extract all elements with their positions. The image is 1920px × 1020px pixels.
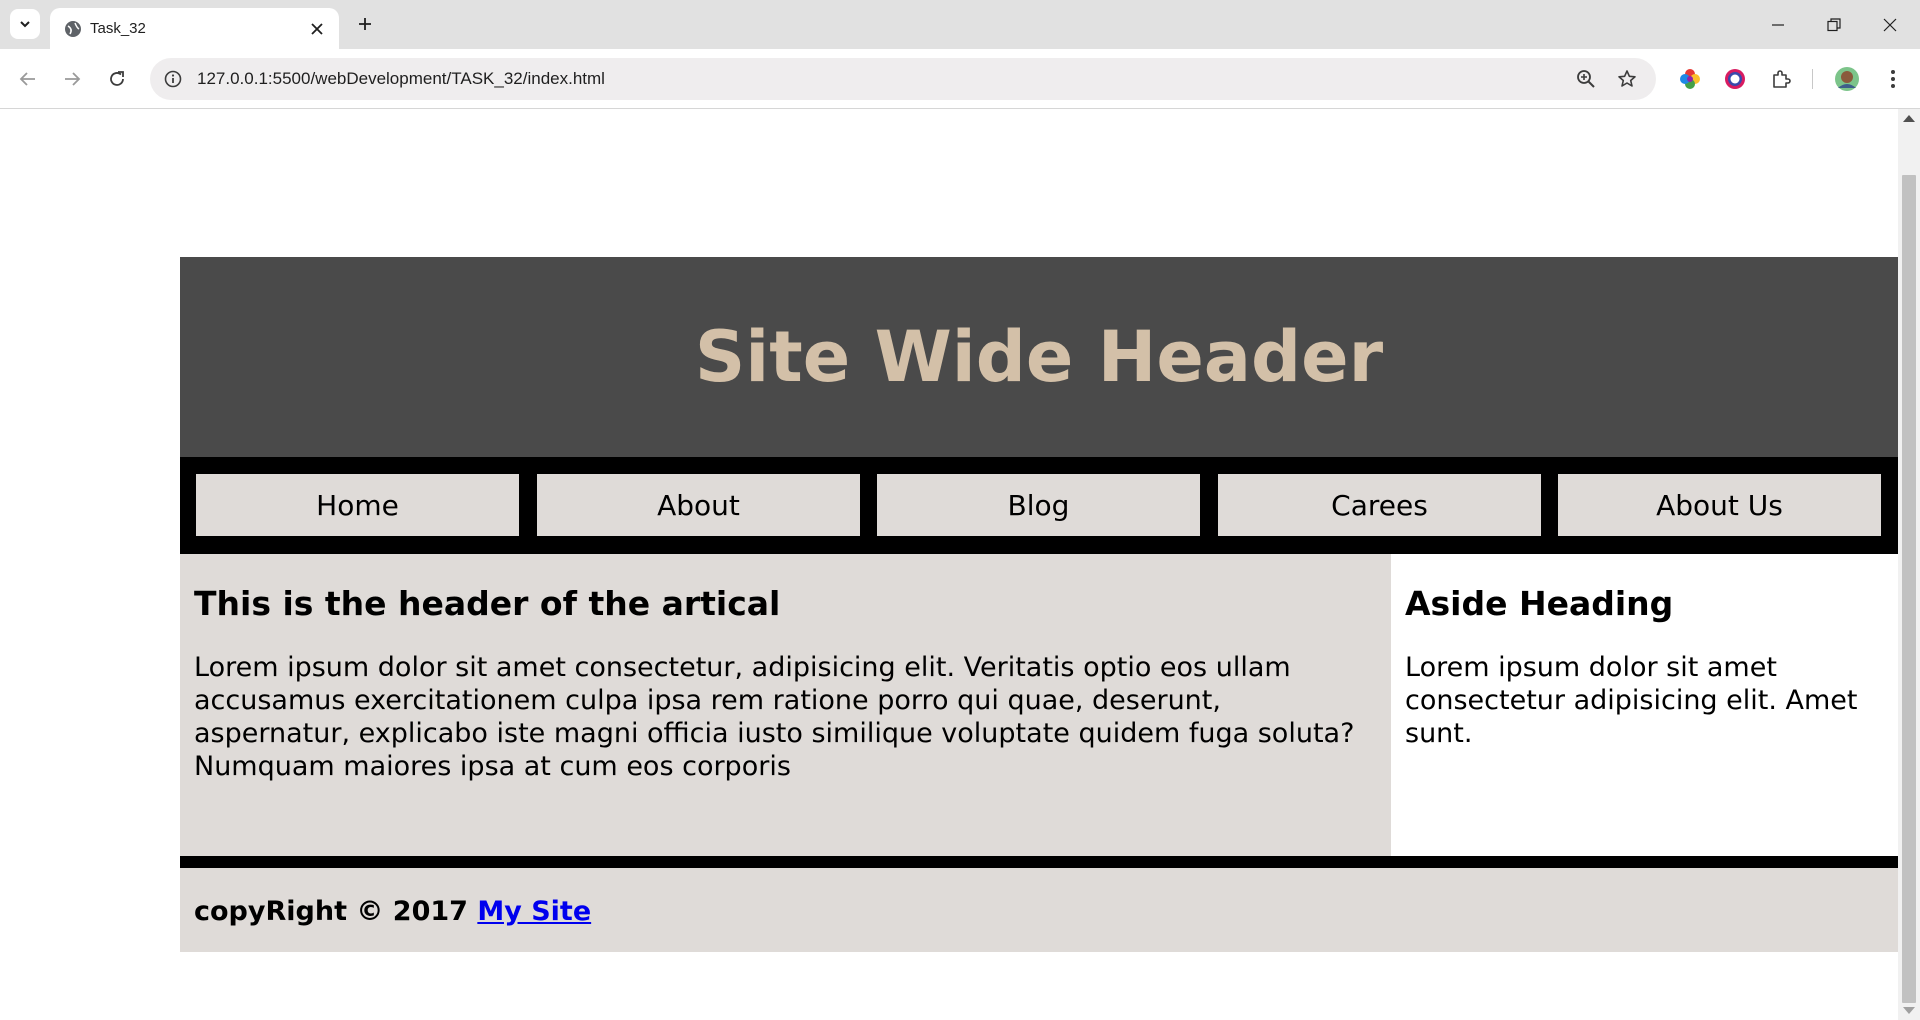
- main-article: This is the header of the artical Lorem …: [180, 554, 1391, 856]
- tab-strip: Task_32: [0, 0, 1920, 49]
- site-title: Site Wide Header: [694, 316, 1384, 398]
- scroll-down-arrow[interactable]: [1903, 1007, 1915, 1014]
- bookmark-button[interactable]: [1615, 67, 1639, 91]
- footer-copyright: copyRight © 2017 My Site: [194, 896, 591, 927]
- avatar: [1835, 67, 1859, 91]
- reload-button[interactable]: [102, 64, 132, 94]
- nav-item-about-us[interactable]: About Us: [1558, 474, 1881, 536]
- minimize-button[interactable]: [1750, 0, 1806, 49]
- address-bar[interactable]: 127.0.0.1:5500/webDevelopment/TASK_32/in…: [150, 58, 1656, 100]
- scrollbar-thumb[interactable]: [1902, 175, 1916, 1003]
- browser-toolbar: 127.0.0.1:5500/webDevelopment/TASK_32/in…: [0, 49, 1920, 109]
- nav-item-about[interactable]: About: [537, 474, 860, 536]
- color-picker-extension-button[interactable]: [1720, 64, 1750, 94]
- active-tab[interactable]: Task_32: [50, 8, 339, 49]
- reload-icon: [110, 71, 124, 86]
- toolbar-divider: [1812, 69, 1813, 89]
- zoom-button[interactable]: [1574, 67, 1598, 91]
- color-picker-icon: [1725, 69, 1745, 89]
- close-icon: [1883, 18, 1897, 31]
- copyright-text: copyRight © 2017: [194, 896, 468, 927]
- more-vert-icon: [1891, 70, 1895, 88]
- aside-panel: Aside Heading Lorem ipsum dolor sit amet…: [1391, 554, 1898, 856]
- site-footer: copyRight © 2017 My Site: [180, 868, 1898, 952]
- page-scrollbar[interactable]: [1898, 109, 1920, 1020]
- zoom-icon: [1577, 70, 1595, 88]
- site-info-button[interactable]: [162, 68, 184, 90]
- aside-heading: Aside Heading: [1405, 584, 1674, 623]
- aside-body: Lorem ipsum dolor sit amet consectetur a…: [1405, 652, 1858, 749]
- menu-button[interactable]: [1878, 64, 1908, 94]
- plus-icon: [359, 18, 371, 30]
- star-icon: [1618, 70, 1636, 87]
- page-viewport: Site Wide Header Home About Blog Carees …: [0, 109, 1898, 1020]
- restore-icon: [1827, 17, 1841, 31]
- minimize-icon: [1772, 23, 1784, 26]
- article-heading: This is the header of the artical: [194, 584, 781, 623]
- tab-title: Task_32: [90, 20, 146, 37]
- nav-item-blog[interactable]: Blog: [877, 474, 1200, 536]
- forward-icon: [65, 72, 81, 86]
- nav-item-home[interactable]: Home: [196, 474, 519, 536]
- nav-item-carees[interactable]: Carees: [1218, 474, 1541, 536]
- site-nav: Home About Blog Carees About Us: [180, 457, 1898, 554]
- tab-search-button[interactable]: [10, 9, 40, 39]
- close-window-button[interactable]: [1862, 0, 1918, 49]
- site-info-icon: [164, 70, 182, 88]
- extensions-button[interactable]: [1766, 64, 1796, 94]
- tab-close-button[interactable]: [305, 17, 329, 41]
- new-tab-button[interactable]: [351, 10, 379, 38]
- close-icon: [311, 23, 323, 35]
- article-body: Lorem ipsum dolor sit amet consectetur, …: [194, 652, 1355, 782]
- site-header: Site Wide Header: [180, 257, 1898, 457]
- back-icon: [19, 72, 35, 86]
- scroll-up-arrow[interactable]: [1903, 115, 1915, 122]
- chevron-down-icon: [20, 21, 30, 28]
- profile-button[interactable]: [1832, 64, 1862, 94]
- restore-button[interactable]: [1806, 0, 1862, 49]
- globe-icon: [65, 21, 81, 37]
- back-button[interactable]: [13, 64, 43, 94]
- color-wheel-icon: [1680, 69, 1700, 89]
- footer-site-link[interactable]: My Site: [477, 896, 591, 927]
- color-extension-button[interactable]: [1675, 64, 1705, 94]
- url-text[interactable]: 127.0.0.1:5500/webDevelopment/TASK_32/in…: [197, 69, 605, 89]
- footer-divider: [180, 856, 1898, 868]
- puzzle-icon: [1773, 70, 1791, 88]
- forward-button[interactable]: [57, 64, 87, 94]
